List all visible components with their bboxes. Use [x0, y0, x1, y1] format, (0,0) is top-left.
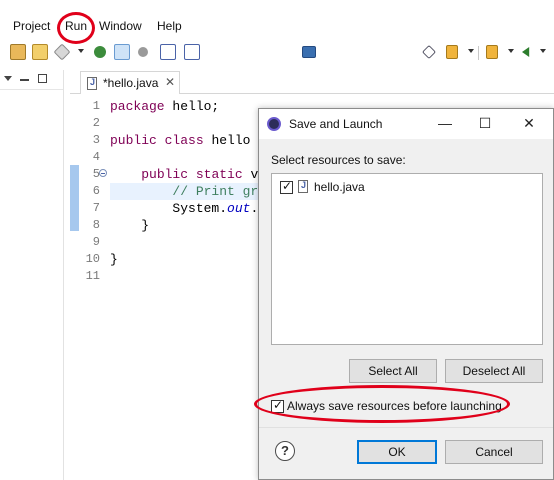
close-icon[interactable]: ✕ [165, 75, 175, 89]
code-line[interactable]: package hello; [110, 98, 258, 115]
console-icon[interactable] [302, 46, 316, 58]
code-line[interactable]: System.out. [110, 200, 258, 217]
line-number: 8 [92, 218, 100, 232]
menu-project[interactable]: Project [13, 19, 50, 33]
toggle-breadcrumb-icon[interactable] [160, 44, 176, 60]
line-number-ruler: 1 2 3 4 5 6 7 8 9 10 11 [82, 98, 100, 285]
link-icon[interactable] [138, 47, 148, 57]
menu-run[interactable]: Run [65, 19, 87, 33]
left-view [0, 70, 64, 480]
minimize-button[interactable]: — [437, 115, 453, 131]
code-token: out [227, 201, 251, 216]
open-folder-icon[interactable] [32, 44, 48, 60]
chevron-down-icon[interactable] [540, 49, 546, 53]
line-number: 5 [92, 167, 100, 181]
code-line[interactable]: public static v [110, 166, 258, 183]
menu-help[interactable]: Help [157, 19, 182, 33]
dialog-divider [259, 427, 553, 428]
resources-label: Select resources to save: [271, 153, 406, 167]
pin-icon[interactable] [421, 44, 437, 60]
resource-checkbox[interactable] [280, 179, 293, 194]
minimize-icon[interactable] [20, 79, 29, 81]
help-icon[interactable]: ? [275, 441, 295, 461]
next-annotation-icon[interactable] [446, 45, 458, 59]
eclipse-icon [267, 117, 281, 131]
code-line[interactable]: // Print gr [110, 183, 258, 200]
line-number: 4 [92, 150, 100, 164]
chevron-down-icon[interactable] [508, 49, 514, 53]
code-line[interactable] [110, 234, 258, 251]
line-number: 6 [92, 184, 100, 198]
line-number: 11 [85, 269, 100, 283]
close-button[interactable]: ✕ [521, 115, 537, 132]
always-save-label[interactable]: Always save resources before launching [287, 399, 502, 413]
code-line[interactable]: public class hello [110, 132, 258, 149]
tab-hello-java[interactable]: *hello.java ✕ [80, 71, 180, 94]
deselect-all-button[interactable]: Deselect All [445, 359, 543, 383]
code-token: public [110, 133, 157, 148]
code-token: class [164, 133, 204, 148]
code-token: package [110, 99, 165, 114]
maximize-button[interactable]: ☐ [477, 115, 493, 132]
code-token: public [141, 167, 189, 182]
code-token: v [242, 167, 259, 182]
cancel-button[interactable]: Cancel [445, 440, 543, 464]
tab-label: *hello.java [103, 76, 159, 90]
line-number: 7 [92, 201, 100, 215]
line-number: 10 [85, 252, 100, 266]
code-token: static [195, 167, 243, 182]
run-launcher-icon[interactable] [53, 43, 71, 61]
back-icon[interactable] [522, 47, 530, 57]
java-file-icon [87, 77, 97, 90]
code-line[interactable] [110, 149, 258, 166]
main-toolbar [0, 40, 554, 68]
select-all-button[interactable]: Select All [349, 359, 437, 383]
chevron-down-icon[interactable] [78, 49, 84, 53]
ok-button[interactable]: OK [357, 440, 437, 464]
fold-collapse-icon[interactable] [99, 169, 107, 177]
view-menu-icon[interactable] [4, 76, 12, 81]
resources-list: hello.java [271, 173, 543, 345]
code-line[interactable] [110, 115, 258, 132]
list-item[interactable]: hello.java [272, 174, 542, 198]
code-token: System. [110, 201, 228, 216]
toolbar-separator [478, 46, 479, 60]
line-number: 2 [92, 116, 100, 130]
code-line[interactable]: } [110, 217, 258, 234]
resource-name: hello.java [314, 180, 365, 194]
code-line[interactable] [110, 268, 258, 285]
java-file-icon [298, 180, 308, 193]
show-whitespace-icon[interactable] [184, 44, 200, 60]
external-tools-icon[interactable] [94, 46, 106, 58]
chevron-down-icon[interactable] [468, 49, 474, 53]
change-marker-bar [70, 165, 79, 231]
line-number: 3 [92, 133, 100, 147]
code-token: hello [203, 133, 251, 148]
menu-window[interactable]: Window [99, 19, 142, 33]
save-and-launch-dialog: Save and Launch — ☐ ✕ Select resources t… [258, 108, 554, 480]
line-number: 9 [92, 235, 100, 249]
left-view-header [0, 70, 63, 90]
code-token: // Print gr [110, 184, 259, 199]
always-save-checkbox[interactable] [271, 398, 284, 413]
previous-annotation-icon[interactable] [486, 45, 498, 59]
menubar: Project Run Window Help [0, 16, 554, 38]
highlight-icon[interactable] [114, 44, 130, 60]
new-project-icon[interactable] [10, 44, 26, 60]
code-line[interactable]: } [110, 251, 258, 268]
eclipse-window: Project Run Window Help J *hello.java ✕ … [0, 0, 554, 480]
code-token: hello; [164, 99, 220, 114]
dialog-titlebar: Save and Launch — ☐ ✕ [259, 109, 553, 139]
code-token: } [110, 218, 150, 233]
maximize-icon[interactable] [38, 74, 47, 83]
code-text[interactable]: package hello; public class hello public… [110, 98, 258, 285]
editor-tab-bar: *hello.java ✕ [70, 70, 554, 94]
code-token: } [110, 252, 118, 267]
dialog-title: Save and Launch [289, 117, 383, 131]
line-number: 1 [92, 99, 100, 113]
